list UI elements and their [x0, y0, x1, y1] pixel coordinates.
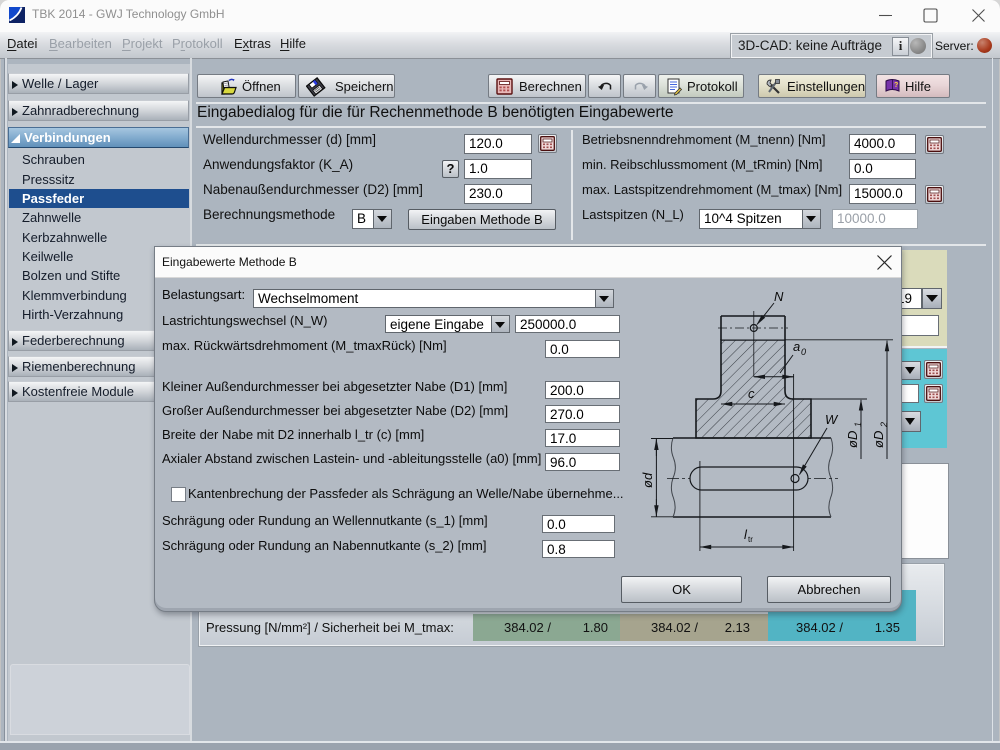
- svg-text:øD: øD: [871, 431, 886, 448]
- svg-text:tr: tr: [748, 535, 753, 544]
- svg-text:?: ?: [894, 82, 898, 89]
- svg-text:0: 0: [801, 347, 806, 357]
- svg-text:a: a: [793, 339, 800, 354]
- svg-text:øD: øD: [845, 431, 860, 448]
- svg-text:W: W: [825, 412, 839, 427]
- svg-text:2: 2: [879, 422, 889, 428]
- svg-text:ød: ød: [641, 472, 655, 488]
- svg-text:c: c: [748, 386, 755, 401]
- svg-text:1: 1: [853, 422, 863, 427]
- svg-text:N: N: [774, 289, 784, 304]
